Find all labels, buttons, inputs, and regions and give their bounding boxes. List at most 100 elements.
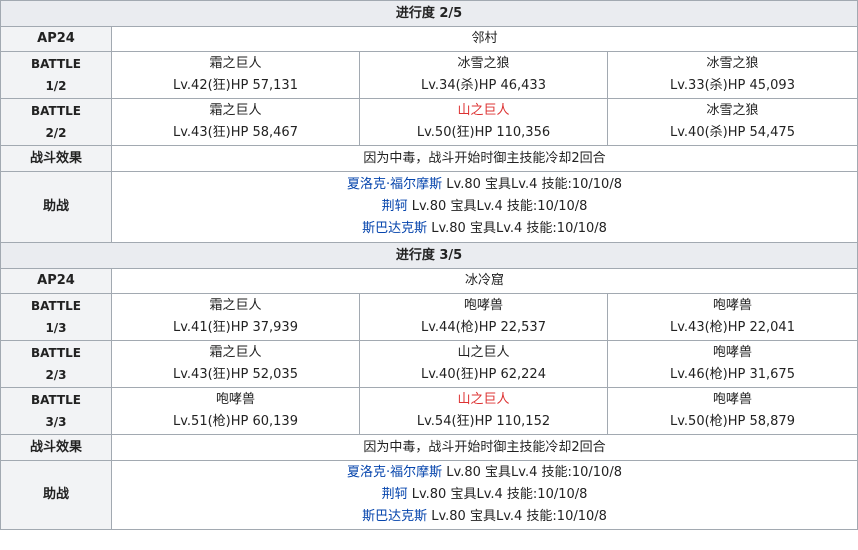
enemy-name: 咆哮兽: [712, 345, 752, 360]
enemy-name: 咆哮兽: [215, 392, 255, 407]
support-servant-link[interactable]: 夏洛克·福尔摩斯: [347, 465, 442, 480]
enemy-cell: 冰雪之狼 Lv.33(杀)HP 45,093: [607, 51, 858, 99]
battle-label-bottom: 2/2: [45, 126, 67, 140]
enemy-name: 咆哮兽: [712, 298, 752, 313]
location-name: 冰冷窟: [111, 268, 858, 294]
enemy-stats: Lv.43(狂)HP 58,467: [173, 125, 298, 140]
enemy-name: 霜之巨人: [209, 56, 262, 71]
enemy-name: 冰雪之狼: [706, 56, 759, 71]
enemy-stats: Lv.44(枪)HP 22,537: [421, 320, 546, 335]
support-servant-link[interactable]: 斯巴达克斯: [362, 221, 427, 236]
enemy-cell: 霜之巨人 Lv.43(狂)HP 58,467: [111, 98, 360, 146]
enemy-name: 山之巨人: [457, 345, 510, 360]
battle-row: BATTLE 1/3 霜之巨人 Lv.41(狂)HP 37,939 咆哮兽 Lv…: [0, 293, 858, 341]
support-label: 助战: [0, 460, 112, 530]
enemy-cell: 山之巨人 Lv.40(狂)HP 62,224: [359, 340, 608, 388]
battle-label-top: BATTLE: [31, 104, 81, 118]
battle-label: BATTLE 2/3: [0, 340, 112, 388]
enemy-cell: 霜之巨人 Lv.42(狂)HP 57,131: [111, 51, 360, 99]
support-row: 助战 夏洛克·福尔摩斯 Lv.80 宝具Lv.4 技能:10/10/8 荆轲 L…: [0, 460, 858, 530]
support-details: Lv.80 宝具Lv.4 技能:10/10/8: [442, 465, 622, 480]
enemy-name: 霜之巨人: [209, 298, 262, 313]
battle-label: BATTLE 1/3: [0, 293, 112, 341]
enemy-cell: 咆哮兽 Lv.50(枪)HP 58,879: [607, 387, 858, 435]
enemy-name: 霜之巨人: [209, 345, 262, 360]
support-servant-link[interactable]: 荆轲: [382, 199, 408, 214]
support-list: 夏洛克·福尔摩斯 Lv.80 宝具Lv.4 技能:10/10/8 荆轲 Lv.8…: [111, 171, 858, 243]
support-item: 斯巴达克斯 Lv.80 宝具Lv.4 技能:10/10/8: [114, 506, 855, 528]
support-item: 荆轲 Lv.80 宝具Lv.4 技能:10/10/8: [114, 484, 855, 506]
enemy-name: 山之巨人: [457, 392, 510, 407]
enemy-name: 咆哮兽: [463, 298, 503, 313]
section-title: 进行度 2/5: [0, 0, 858, 27]
section-title: 进行度 3/5: [0, 242, 858, 269]
enemy-stats: Lv.50(狂)HP 110,356: [416, 125, 551, 140]
enemy-stats: Lv.33(杀)HP 45,093: [670, 78, 795, 93]
battle-label: BATTLE 2/2: [0, 98, 112, 146]
support-label: 助战: [0, 171, 112, 243]
effect-text: 因为中毒，战斗开始时御主技能冷却2回合: [111, 434, 858, 461]
battle-label-bottom: 1/2: [45, 79, 67, 93]
support-servant-link[interactable]: 荆轲: [382, 487, 408, 502]
battle-label: BATTLE 3/3: [0, 387, 112, 435]
enemy-cell: 山之巨人 Lv.50(狂)HP 110,356: [359, 98, 608, 146]
enemy-cell: 冰雪之狼 Lv.34(杀)HP 46,433: [359, 51, 608, 99]
location-name: 邻村: [111, 26, 858, 52]
support-item: 荆轲 Lv.80 宝具Lv.4 技能:10/10/8: [114, 196, 855, 218]
enemy-stats: Lv.51(枪)HP 60,139: [173, 414, 298, 429]
enemy-name: 山之巨人: [457, 103, 510, 118]
support-details: Lv.80 宝具Lv.4 技能:10/10/8: [407, 487, 588, 502]
quest-table: 进行度 2/5 AP24 邻村 BATTLE 1/2 霜之巨人 Lv.42(狂)…: [0, 0, 858, 530]
support-list: 夏洛克·福尔摩斯 Lv.80 宝具Lv.4 技能:10/10/8 荆轲 Lv.8…: [111, 460, 858, 530]
support-servant-link[interactable]: 斯巴达克斯: [362, 509, 427, 524]
effect-row: 战斗效果 因为中毒，战斗开始时御主技能冷却2回合: [0, 145, 858, 172]
enemy-stats: Lv.46(枪)HP 31,675: [670, 367, 795, 382]
enemy-stats: Lv.54(狂)HP 110,152: [416, 414, 551, 429]
enemy-cell: 冰雪之狼 Lv.40(杀)HP 54,475: [607, 98, 858, 146]
enemy-stats: Lv.43(枪)HP 22,041: [670, 320, 795, 335]
battle-label-top: BATTLE: [31, 299, 81, 313]
effect-text: 因为中毒，战斗开始时御主技能冷却2回合: [111, 145, 858, 172]
support-details: Lv.80 宝具Lv.4 技能:10/10/8: [427, 221, 607, 236]
enemy-name: 咆哮兽: [712, 392, 752, 407]
effect-label: 战斗效果: [0, 145, 112, 172]
enemy-stats: Lv.50(枪)HP 58,879: [670, 414, 795, 429]
support-details: Lv.80 宝具Lv.4 技能:10/10/8: [407, 199, 588, 214]
battle-label-bottom: 1/3: [45, 321, 67, 335]
enemy-cell: 山之巨人 Lv.54(狂)HP 110,152: [359, 387, 608, 435]
battle-label-top: BATTLE: [31, 346, 81, 360]
enemy-cell: 咆哮兽 Lv.44(枪)HP 22,537: [359, 293, 608, 341]
ap-label: AP24: [0, 268, 112, 294]
section-header-row: 进行度 2/5: [0, 0, 858, 27]
enemy-cell: 咆哮兽 Lv.51(枪)HP 60,139: [111, 387, 360, 435]
enemy-stats: Lv.34(杀)HP 46,433: [421, 78, 546, 93]
enemy-cell: 咆哮兽 Lv.46(枪)HP 31,675: [607, 340, 858, 388]
ap-row: AP24 邻村: [0, 26, 858, 52]
effect-row: 战斗效果 因为中毒，战斗开始时御主技能冷却2回合: [0, 434, 858, 461]
ap-label: AP24: [0, 26, 112, 52]
support-item: 斯巴达克斯 Lv.80 宝具Lv.4 技能:10/10/8: [114, 218, 855, 240]
enemy-stats: Lv.40(狂)HP 62,224: [421, 367, 546, 382]
enemy-stats: Lv.43(狂)HP 52,035: [173, 367, 298, 382]
battle-row: BATTLE 3/3 咆哮兽 Lv.51(枪)HP 60,139 山之巨人 Lv…: [0, 387, 858, 435]
battle-row: BATTLE 2/3 霜之巨人 Lv.43(狂)HP 52,035 山之巨人 L…: [0, 340, 858, 388]
enemy-cell: 霜之巨人 Lv.43(狂)HP 52,035: [111, 340, 360, 388]
enemy-stats: Lv.41(狂)HP 37,939: [173, 320, 298, 335]
support-row: 助战 夏洛克·福尔摩斯 Lv.80 宝具Lv.4 技能:10/10/8 荆轲 L…: [0, 171, 858, 243]
effect-label: 战斗效果: [0, 434, 112, 461]
ap-row: AP24 冰冷窟: [0, 268, 858, 294]
support-details: Lv.80 宝具Lv.4 技能:10/10/8: [442, 177, 622, 192]
battle-label: BATTLE 1/2: [0, 51, 112, 99]
battle-row: BATTLE 1/2 霜之巨人 Lv.42(狂)HP 57,131 冰雪之狼 L…: [0, 51, 858, 99]
enemy-cell: 咆哮兽 Lv.43(枪)HP 22,041: [607, 293, 858, 341]
battle-row: BATTLE 2/2 霜之巨人 Lv.43(狂)HP 58,467 山之巨人 L…: [0, 98, 858, 146]
section-header-row: 进行度 3/5: [0, 242, 858, 269]
battle-label-top: BATTLE: [31, 57, 81, 71]
battle-label-bottom: 2/3: [45, 368, 67, 382]
enemy-cell: 霜之巨人 Lv.41(狂)HP 37,939: [111, 293, 360, 341]
support-servant-link[interactable]: 夏洛克·福尔摩斯: [347, 177, 442, 192]
support-item: 夏洛克·福尔摩斯 Lv.80 宝具Lv.4 技能:10/10/8: [114, 174, 855, 196]
battle-label-top: BATTLE: [31, 393, 81, 407]
enemy-stats: Lv.42(狂)HP 57,131: [173, 78, 298, 93]
enemy-name: 霜之巨人: [209, 103, 262, 118]
